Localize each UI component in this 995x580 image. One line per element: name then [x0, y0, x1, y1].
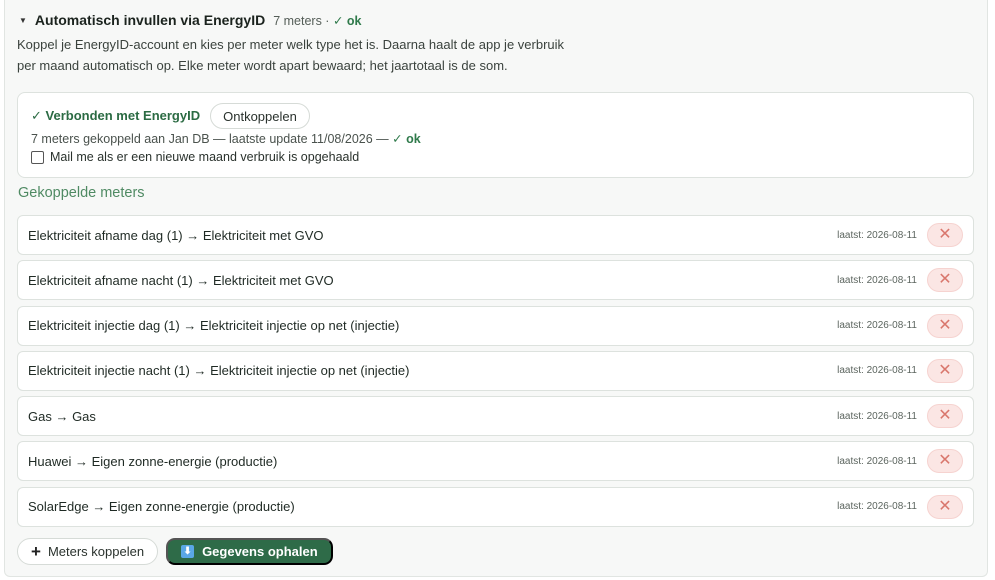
meter-last-update: laatst: 2026-08-11 [837, 320, 917, 332]
meter-mapping-label: Gas → Gas [28, 408, 96, 424]
connection-details-text: 7 meters gekoppeld aan Jan DB — laatste … [31, 132, 389, 146]
meter-row: SolarEdge → Eigen zonne-energie (product… [17, 486, 974, 527]
link-meters-label: Meters koppelen [47, 544, 145, 559]
meter-mapping-label: Huawei → Eigen zonne-energie (productie) [28, 453, 278, 469]
meter-last-update: laatst: 2026-08-11 [837, 229, 917, 241]
connection-card: ✓ Verbonden met EnergyID Ontkoppelen 7 m… [17, 92, 974, 178]
meter-list: Elektriciteit afname dag (1) → Elektrici… [17, 215, 974, 532]
connection-status: ✓ Verbonden met EnergyID [31, 108, 201, 123]
remove-meter-button[interactable]: ✕ [927, 494, 963, 519]
details-summary[interactable]: ▼ Automatisch invullen via EnergyID 7 me… [19, 12, 362, 28]
meter-mapping-label: SolarEdge → Eigen zonne-energie (product… [28, 499, 295, 515]
mail-checkbox[interactable] [31, 150, 44, 164]
meter-row: Huawei → Eigen zonne-energie (productie)… [17, 441, 974, 482]
meter-row: Gas → Gas laatst: 2026-08-11 ✕ [17, 396, 974, 437]
energyid-panel: ▼ Automatisch invullen via EnergyID 7 me… [4, 0, 988, 577]
intro-text: Koppel je EnergyID-account en kies per m… [17, 37, 565, 73]
meter-last-update: laatst: 2026-08-11 [837, 274, 917, 286]
close-icon: ✕ [938, 452, 952, 470]
remove-meter-button[interactable]: ✕ [927, 313, 963, 338]
meter-count: 7 meters · [273, 13, 330, 28]
linked-meters-heading: Gekoppelde meters [18, 185, 145, 201]
meter-mapping-label: Elektriciteit afname nacht (1) → Elektri… [28, 272, 334, 288]
meter-mapping-label: Elektriciteit injectie nacht (1) → Elekt… [28, 363, 410, 379]
remove-meter-button[interactable]: ✕ [927, 268, 963, 293]
close-icon: ✕ [938, 407, 952, 425]
close-icon: ✕ [938, 226, 952, 243]
connection-ok-status: ✓ ok [392, 132, 421, 146]
meter-last-update: laatst: 2026-08-11 [837, 455, 917, 467]
connection-details: 7 meters gekoppeld aan Jan DB — laatste … [31, 131, 421, 146]
plus-icon: + [31, 542, 41, 561]
close-icon: ✕ [938, 316, 952, 334]
meter-last-update: laatst: 2026-08-11 [837, 410, 917, 422]
mail-checkbox-label: Mail me als er een nieuwe maand verbruik… [50, 150, 360, 164]
meter-last-update: laatst: 2026-08-11 [837, 501, 917, 513]
meter-row: Elektriciteit afname dag (1) → Elektrici… [17, 215, 974, 255]
close-icon: ✕ [938, 497, 952, 515]
caret-down-icon: ▼ [19, 15, 27, 25]
close-icon: ✕ [938, 271, 952, 289]
meter-row: Elektriciteit injectie nacht (1) → Elekt… [17, 350, 974, 391]
link-meters-button[interactable]: + Meters koppelen [17, 538, 159, 565]
remove-meter-button[interactable]: ✕ [927, 358, 963, 383]
action-bar: + Meters koppelen ⬇ Gegevens ophalen [17, 538, 333, 565]
remove-meter-button[interactable]: ✕ [927, 404, 963, 429]
disconnect-button[interactable]: Ontkoppelen [210, 103, 310, 129]
download-icon: ⬇ [181, 545, 195, 558]
meter-row: Elektriciteit afname nacht (1) → Elektri… [17, 260, 974, 301]
mail-option[interactable]: Mail me als er een nieuwe maand verbruik… [31, 150, 359, 164]
summary-ok-status: ✓ ok [332, 13, 362, 28]
close-icon: ✕ [938, 361, 952, 379]
summary-meta: 7 meters · ✓ ok [273, 13, 361, 28]
summary-title: Automatisch invullen via EnergyID [34, 12, 266, 28]
meter-mapping-label: Elektriciteit injectie dag (1) → Elektri… [28, 318, 400, 334]
meter-row: Elektriciteit injectie dag (1) → Elektri… [17, 305, 974, 346]
remove-meter-button[interactable]: ✕ [927, 223, 963, 247]
meter-mapping-label: Elektriciteit afname dag (1) → Elektrici… [28, 227, 324, 243]
meter-last-update: laatst: 2026-08-11 [837, 365, 917, 377]
fetch-data-label: Gegevens ophalen [202, 544, 318, 559]
fetch-data-button[interactable]: ⬇ Gegevens ophalen [166, 538, 333, 565]
remove-meter-button[interactable]: ✕ [927, 449, 963, 474]
